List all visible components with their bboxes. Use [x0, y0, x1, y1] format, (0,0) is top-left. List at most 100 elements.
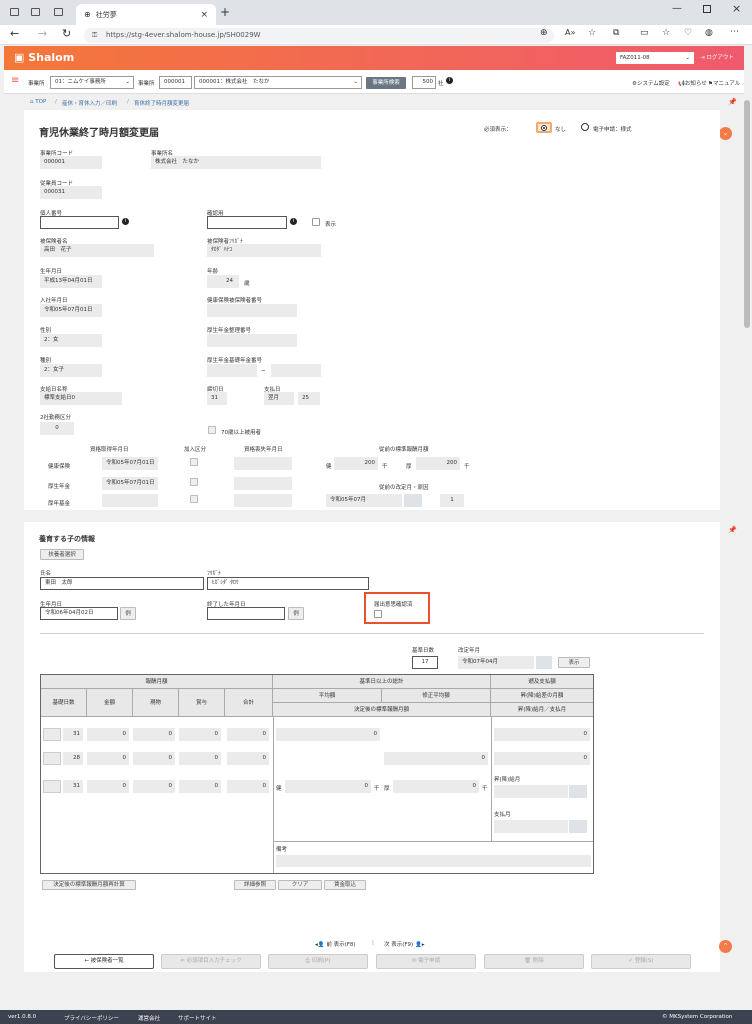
- pay-month-label: 支払月: [494, 812, 511, 818]
- manual-link[interactable]: ⚑マニュアル: [708, 79, 740, 87]
- prev-revision-label: 従前の改定月・原因: [379, 485, 429, 491]
- tab-actions-icon[interactable]: [54, 8, 63, 16]
- required-check-button[interactable]: ⇐ 必須項目入力チェック: [161, 954, 261, 969]
- over70-checkbox[interactable]: [208, 426, 216, 434]
- scrollbar-thumb[interactable]: [744, 100, 750, 328]
- child-end-input[interactable]: [207, 607, 285, 620]
- recalculate-button[interactable]: 決定後の標準報酬月額再計算: [42, 880, 136, 890]
- menu-dots-icon[interactable]: ⋯: [730, 27, 739, 37]
- office-search-button[interactable]: 事業所検索: [366, 77, 406, 89]
- hamburger-menu-icon[interactable]: ≡: [11, 75, 19, 86]
- pension-number: [207, 334, 297, 347]
- minimize-icon[interactable]: —: [672, 3, 682, 14]
- pay-month-picker[interactable]: [569, 820, 587, 833]
- url-field[interactable]: ⚿ https://stg-4ever.shalom-house.jp/SH00…: [84, 28, 554, 43]
- raise-month-picker[interactable]: [569, 785, 587, 798]
- info-icon[interactable]: i: [122, 218, 129, 225]
- browser-essentials-icon[interactable]: ♡: [684, 28, 692, 38]
- favorite-icon[interactable]: ☆: [588, 28, 596, 38]
- clear-button[interactable]: クリア: [278, 880, 322, 890]
- revision-picker[interactable]: [536, 656, 552, 669]
- office-select[interactable]: 01：ニムケイ事務所 ⌄: [50, 76, 134, 89]
- confirm-number-input[interactable]: [207, 216, 287, 229]
- health-join-checkbox[interactable]: [190, 458, 198, 466]
- scroll-top-icon[interactable]: ⌃: [719, 940, 732, 953]
- dependent-select-button[interactable]: 扶養者選択: [40, 549, 84, 560]
- window-icon[interactable]: [10, 8, 19, 16]
- zoom-icon[interactable]: ⊕: [540, 28, 548, 38]
- company-link[interactable]: 運営会社: [138, 1014, 160, 1022]
- end-calendar-button[interactable]: 例: [288, 607, 304, 620]
- personal-number-input[interactable]: [40, 216, 119, 229]
- system-settings-link[interactable]: ⚙システム設定: [632, 79, 670, 87]
- show-checkbox[interactable]: [312, 218, 320, 226]
- employer-select[interactable]: 000001：株式会社 たなか ⌄: [194, 76, 362, 89]
- hire-label: 入社年月日: [40, 298, 68, 304]
- prev-record-link[interactable]: ◂👤 前 表示(F8): [315, 940, 356, 948]
- row-button[interactable]: [43, 752, 61, 765]
- split-screen-icon[interactable]: ▭: [640, 28, 649, 38]
- radio-electronic[interactable]: [581, 123, 589, 131]
- avg-header: 平均額: [273, 689, 382, 703]
- user-select[interactable]: FAZ011-08 ⌄: [616, 52, 694, 64]
- collapse-icon[interactable]: ⌄: [719, 127, 732, 140]
- radio-none[interactable]: [536, 122, 552, 133]
- detail-button[interactable]: 詳細参照: [234, 880, 276, 890]
- window-close-icon[interactable]: ×: [732, 2, 741, 15]
- thousand-unit: 千: [382, 464, 388, 470]
- refresh-icon[interactable]: ↻: [62, 27, 71, 40]
- copilot-icon[interactable]: ◍: [705, 28, 713, 38]
- print-button[interactable]: ⎙ 印刷(P): [268, 954, 368, 969]
- form-panel: 育児休業終了時月額変更届 必須表示： なし 電子申請：様式 事業所コード 000…: [24, 110, 720, 510]
- globe-icon: ⊕: [84, 10, 91, 19]
- thousand-unit: 千: [464, 464, 470, 470]
- forward-icon[interactable]: →: [38, 27, 47, 40]
- child-kana-input[interactable]: ﾋｶﾞｼﾀﾞ ﾀﾛｳ: [207, 577, 369, 590]
- pin-icon[interactable]: 📌: [728, 526, 737, 534]
- retro-header: 遡及支払額: [491, 675, 593, 689]
- delete-button[interactable]: 🗑 削除: [484, 954, 584, 969]
- maximize-icon[interactable]: [703, 5, 711, 13]
- register-button[interactable]: ✓ 登録(S): [591, 954, 691, 969]
- read-aloud-icon[interactable]: A»: [565, 28, 575, 37]
- sub-confirm-checkbox[interactable]: [374, 610, 382, 618]
- breadcrumb-top[interactable]: ⌂ TOP: [30, 99, 46, 105]
- e-application-button[interactable]: ✉ 電子申請: [376, 954, 476, 969]
- breadcrumb-level1[interactable]: 産休・育休入力／印刷: [62, 99, 117, 107]
- info-icon[interactable]: i: [290, 218, 297, 225]
- insured-list-button[interactable]: ← 被保険者一覧: [54, 954, 154, 969]
- row-button[interactable]: [43, 728, 61, 741]
- extensions-icon[interactable]: ⧉: [613, 28, 619, 38]
- support-link[interactable]: サポートサイト: [178, 1014, 217, 1022]
- browser-tab[interactable]: ⊕ 社労夢 ×: [76, 4, 216, 25]
- row-button[interactable]: [43, 780, 61, 793]
- logout-button[interactable]: ⇥ ログアウト: [700, 53, 734, 61]
- row-total: 0: [227, 780, 269, 793]
- collections-icon[interactable]: [31, 8, 40, 16]
- close-tab-icon[interactable]: ×: [200, 10, 208, 20]
- favorites-bar-icon[interactable]: ☆: [662, 28, 670, 38]
- health-number-label: 健康保険被保険者番号: [207, 298, 263, 304]
- gender-label: 性別: [40, 328, 52, 334]
- pin-icon[interactable]: 📌: [728, 98, 737, 106]
- employer-code-input[interactable]: 000001: [159, 76, 192, 89]
- back-icon[interactable]: ←: [10, 27, 19, 40]
- pension-join-checkbox[interactable]: [190, 478, 198, 486]
- prev-revision-picker[interactable]: [404, 494, 422, 507]
- new-tab-icon[interactable]: +: [220, 5, 230, 19]
- info-icon[interactable]: i: [446, 77, 453, 84]
- child-birth-input[interactable]: 令和06年04月02日: [40, 607, 118, 620]
- age-label: 年齢: [207, 269, 219, 275]
- dec-health-value: 0: [285, 780, 371, 793]
- count-input[interactable]: 500: [412, 76, 436, 89]
- health-date: 令和05年07月01日: [102, 457, 158, 470]
- privacy-link[interactable]: プライバシーポリシー: [64, 1014, 119, 1022]
- child-name-input[interactable]: 東田 太郎: [40, 577, 204, 590]
- salary-import-button[interactable]: 賃金取込: [324, 880, 366, 890]
- calendar-button[interactable]: 例: [120, 607, 136, 620]
- news-link[interactable]: 📢お知らせ: [678, 79, 707, 87]
- show-button[interactable]: 表示: [558, 657, 590, 668]
- next-record-link[interactable]: 次 表示(F9) 👤▸: [384, 940, 425, 948]
- fund-join-checkbox[interactable]: [190, 495, 198, 503]
- base-days-input[interactable]: 17: [412, 656, 438, 669]
